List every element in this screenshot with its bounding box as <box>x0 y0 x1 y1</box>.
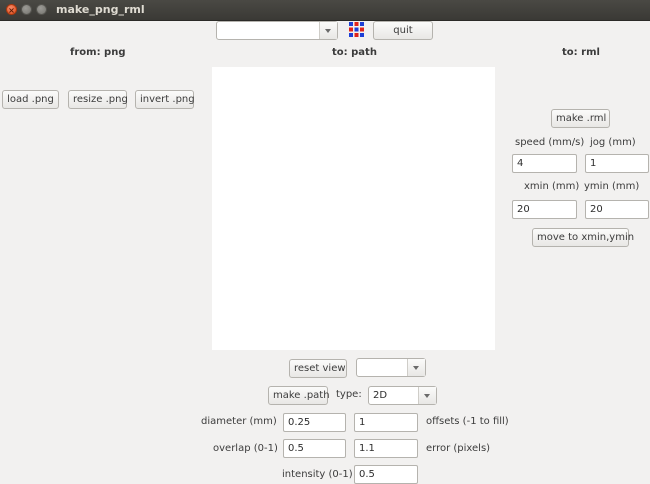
type-select[interactable]: 2D <box>368 386 437 405</box>
chevron-down-icon[interactable] <box>418 387 436 404</box>
type-label: type: <box>336 389 362 400</box>
title-bar: × make_png_rml <box>0 0 650 21</box>
error-label: error (pixels) <box>426 443 491 454</box>
view-select[interactable] <box>356 358 426 377</box>
diameter-input[interactable]: 0.25 <box>283 413 346 432</box>
diameter-label: diameter (mm) <box>201 416 277 427</box>
jog-input[interactable]: 1 <box>585 154 649 173</box>
speed-input[interactable]: 4 <box>512 154 577 173</box>
to-path-header: to: path <box>332 47 377 58</box>
overlap-label: overlap (0-1) <box>213 443 278 454</box>
ymin-label: ymin (mm) <box>584 181 640 192</box>
close-icon[interactable]: × <box>6 4 17 15</box>
speed-label: speed (mm/s) <box>515 137 585 148</box>
xmin-label: xmin (mm) <box>524 181 580 192</box>
app-dots-icon <box>349 22 364 37</box>
type-select-value: 2D <box>373 390 388 401</box>
minimize-icon[interactable] <box>21 4 32 15</box>
jog-label: jog (mm) <box>590 137 636 148</box>
quit-button[interactable]: quit <box>373 21 433 40</box>
invert-png-button[interactable]: invert .png <box>135 90 195 109</box>
machine-select[interactable] <box>216 21 338 40</box>
maximize-icon[interactable] <box>36 4 47 15</box>
offsets-input[interactable]: 1 <box>354 413 418 432</box>
to-rml-header: to: rml <box>562 47 600 58</box>
chevron-down-icon[interactable] <box>407 359 425 376</box>
path-canvas[interactable] <box>212 67 495 350</box>
overlap-input[interactable]: 0.5 <box>283 439 346 458</box>
xmin-input[interactable]: 20 <box>512 200 577 219</box>
intensity-input[interactable]: 0.5 <box>354 465 418 484</box>
ymin-input[interactable]: 20 <box>585 200 649 219</box>
chevron-down-icon[interactable] <box>319 22 337 39</box>
intensity-label: intensity (0-1) <box>282 469 353 480</box>
reset-view-button[interactable]: reset view <box>289 359 347 378</box>
make-rml-button[interactable]: make .rml <box>551 109 610 128</box>
move-to-xmin-ymin-button[interactable]: move to xmin,ymin <box>532 228 634 247</box>
resize-png-button[interactable]: resize .png <box>68 90 128 109</box>
error-input[interactable]: 1.1 <box>354 439 418 458</box>
offsets-label: offsets (-1 to fill) <box>426 416 509 427</box>
make-path-button[interactable]: make .path <box>268 386 330 405</box>
from-png-header: from: png <box>70 47 126 58</box>
window-title: make_png_rml <box>56 3 145 16</box>
load-png-button[interactable]: load .png <box>2 90 59 109</box>
